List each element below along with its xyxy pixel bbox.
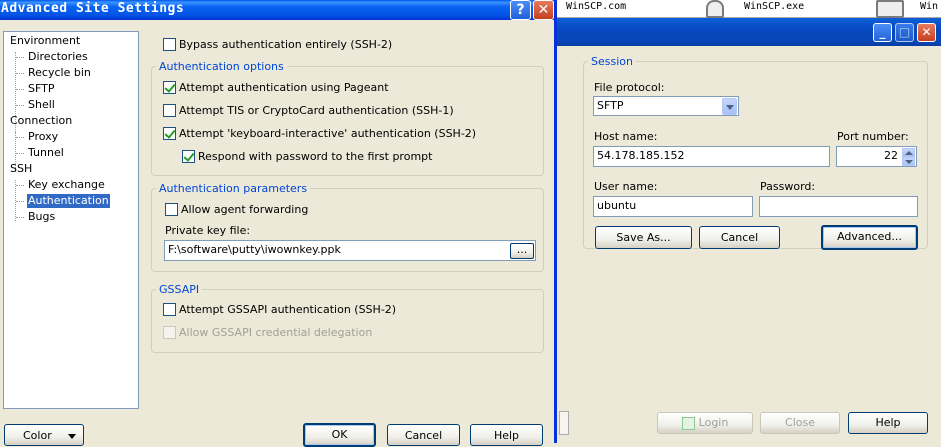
tree-connector	[16, 137, 24, 138]
keyboard-interactive-label: Attempt 'keyboard-interactive' authentic…	[179, 127, 477, 140]
tree-item-environment[interactable]: Environment	[9, 34, 81, 48]
private-key-value: F:\software\putty\iwownkey.ppk	[168, 243, 341, 256]
tree-connector	[16, 89, 24, 90]
tree-connector	[16, 105, 24, 106]
taskstrip-item[interactable]: WinSCP.com	[566, 1, 626, 12]
tree-item-bugs[interactable]: Bugs	[27, 210, 56, 224]
tree-item-tunnel[interactable]: Tunnel	[27, 146, 65, 160]
auth-params-title: Authentication parameters	[159, 182, 308, 195]
color-label: Color	[23, 429, 52, 442]
tree-item-ssh[interactable]: SSH	[9, 162, 33, 176]
gssapi-group: GSSAPI	[151, 283, 544, 353]
dialog-titlebar: Advanced Site Settings ? ✕	[0, 0, 554, 20]
login-icon	[681, 416, 695, 430]
close-button: Close	[760, 412, 840, 434]
private-key-input[interactable]: F:\software\putty\iwownkey.ppk	[164, 240, 536, 261]
tree-connector	[16, 153, 24, 154]
close-icon[interactable]: ✕	[533, 0, 554, 20]
user-name-input[interactable]: ubuntu	[593, 196, 753, 217]
respond-password-checkbox[interactable]	[182, 150, 195, 163]
tree-item-recycle-bin[interactable]: Recycle bin	[27, 66, 92, 80]
file-protocol-value: SFTP	[597, 99, 624, 112]
login-label: Login	[698, 416, 729, 429]
file-protocol-label: File protocol:	[594, 81, 665, 94]
maximize-icon: □	[895, 23, 914, 42]
tree-connector	[16, 217, 24, 218]
tree-item-shell[interactable]: Shell	[27, 98, 56, 112]
password-input[interactable]	[759, 196, 918, 217]
advanced-button[interactable]: Advanced...	[821, 225, 918, 250]
chevron-down-icon[interactable]	[722, 98, 737, 115]
bypass-auth-label: Bypass authentication entirely (SSH-2)	[179, 38, 393, 51]
minimize-icon[interactable]: _	[873, 23, 892, 42]
tree-item-directories[interactable]: Directories	[27, 50, 89, 64]
tree-item-key-exchange[interactable]: Key exchange	[27, 178, 106, 192]
pageant-checkbox[interactable]	[163, 81, 176, 94]
taskbar-strip: WinSCP.com WinSCP.exe Win	[556, 0, 941, 18]
help-icon[interactable]: ?	[510, 0, 531, 20]
tools-dropdown-edge[interactable]	[559, 411, 569, 435]
gssapi-checkbox[interactable]	[163, 303, 176, 316]
tree-connector	[16, 185, 24, 186]
dropdown-arrow-icon	[68, 434, 76, 439]
login-client-area: Session File protocol: SFTP Host name: 5…	[557, 46, 941, 443]
keyboard-interactive-checkbox[interactable]	[163, 127, 176, 140]
ok-button[interactable]: OK	[303, 423, 376, 447]
port-number-value: 22	[884, 149, 898, 162]
advanced-site-settings-dialog: Advanced Site Settings ? ✕ Environment D…	[0, 0, 557, 447]
gssapi-label: Attempt GSSAPI authentication (SSH-2)	[179, 303, 397, 316]
login-help-button[interactable]: Help	[848, 412, 928, 434]
respond-password-label: Respond with password to the first promp…	[198, 150, 433, 163]
agent-forwarding-checkbox[interactable]	[165, 203, 178, 216]
port-number-label: Port number:	[837, 130, 909, 143]
file-protocol-select[interactable]: SFTP	[593, 96, 739, 116]
browse-button[interactable]: ...	[510, 243, 534, 259]
login-button: Login	[657, 412, 753, 434]
private-key-label: Private key file:	[165, 224, 251, 237]
gssapi-title: GSSAPI	[159, 283, 200, 296]
settings-tree[interactable]: Environment Directories Recycle bin SFTP…	[3, 31, 139, 409]
spin-down-icon[interactable]	[902, 157, 915, 166]
session-group-title: Session	[591, 55, 633, 68]
document-icon	[876, 0, 904, 18]
bypass-auth-checkbox[interactable]	[163, 38, 176, 51]
tree-connector	[16, 73, 24, 74]
tree-item-authentication[interactable]: Authentication	[27, 194, 110, 208]
tree-item-connection[interactable]: Connection	[9, 114, 73, 128]
pageant-label: Attempt authentication using Pageant	[179, 81, 389, 94]
gssapi-delegation-label: Allow GSSAPI credential delegation	[179, 326, 373, 339]
password-label: Password:	[760, 180, 816, 193]
tis-label: Attempt TIS or CryptoCard authentication…	[179, 104, 454, 117]
close-window-icon[interactable]: ✕	[917, 23, 936, 42]
host-name-label: Host name:	[594, 130, 658, 143]
lock-icon	[706, 0, 724, 18]
taskstrip-item[interactable]: WinSCP.exe	[744, 1, 804, 12]
dialog-title: Advanced Site Settings	[1, 1, 185, 16]
tis-checkbox[interactable]	[163, 104, 176, 117]
agent-forwarding-label: Allow agent forwarding	[181, 203, 309, 216]
session-cancel-button[interactable]: Cancel	[699, 226, 780, 249]
user-name-label: User name:	[594, 180, 658, 193]
tree-connector	[16, 201, 24, 202]
gssapi-delegation-checkbox	[163, 326, 176, 339]
host-name-input[interactable]: 54.178.185.152	[593, 146, 830, 167]
tree-connector	[16, 57, 24, 58]
tree-item-proxy[interactable]: Proxy	[27, 130, 59, 144]
login-window: _ □ ✕ Session File protocol: SFTP Host n…	[556, 18, 941, 443]
login-titlebar: _ □ ✕	[557, 18, 941, 46]
save-as-button[interactable]: Save As...	[595, 226, 692, 249]
spin-up-icon[interactable]	[902, 148, 915, 157]
port-number-input[interactable]: 22	[836, 146, 917, 167]
tree-item-sftp[interactable]: SFTP	[27, 82, 55, 96]
taskstrip-item[interactable]: Win	[920, 1, 938, 12]
auth-options-title: Authentication options	[159, 60, 284, 73]
